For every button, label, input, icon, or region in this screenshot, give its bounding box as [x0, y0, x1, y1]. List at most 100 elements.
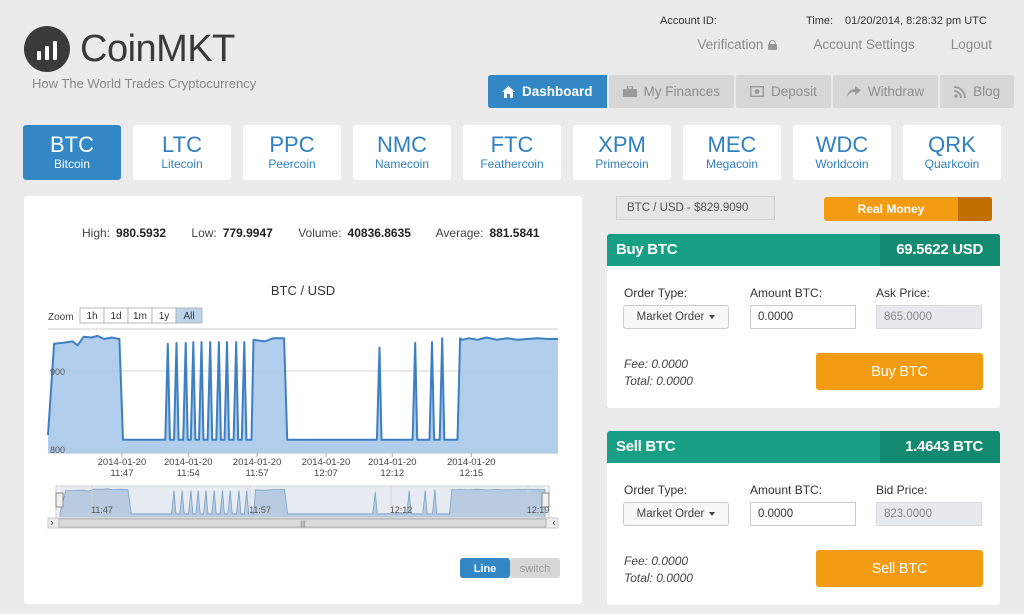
x-tick-date-label: 2014-01-20	[302, 457, 351, 468]
chart-title: BTC / USD	[271, 283, 335, 298]
caret-down-icon	[709, 315, 716, 319]
coin-tab-ftc[interactable]: FTC Feathercoin	[463, 125, 561, 180]
zoom-1h-label: 1h	[86, 311, 97, 322]
pair-price-display: BTC / USD - $829.9090	[616, 196, 775, 220]
main-nav: Dashboard My Finances Deposit Withdraw B…	[488, 75, 1015, 108]
ask-price-field: 865.0000	[876, 305, 982, 329]
x-tick-time-label: 12:15	[459, 468, 483, 479]
price-area	[48, 335, 558, 453]
ask-price-label: Ask Price:	[876, 286, 931, 300]
chart-series	[47, 334, 558, 454]
navigator-tick-label: 11:57	[249, 505, 271, 515]
sell-fee: Fee: 0.0000	[624, 554, 689, 568]
rss-icon	[954, 85, 966, 98]
x-tick-date-label: 2014-01-20	[98, 457, 147, 468]
buy-amount-input[interactable]: 0.0000	[750, 305, 856, 329]
x-tick-date-label: 2014-01-20	[233, 457, 282, 468]
buy-panel: Buy BTC 69.5622 USD Order Type: Amount B…	[607, 234, 1000, 408]
x-tick-time-label: 12:07	[314, 468, 338, 479]
zoom-all-label: All	[183, 311, 194, 322]
sell-panel: Sell BTC 1.4643 BTC Order Type: Amount B…	[607, 431, 1000, 605]
tagline: How The World Trades Cryptocurrency	[32, 76, 257, 91]
account-settings-link[interactable]: Account Settings	[813, 37, 914, 52]
nav-deposit[interactable]: Deposit	[736, 75, 831, 108]
logout-link[interactable]: Logout	[951, 37, 992, 52]
zoom-buttons: 1h 1d 1m 1y All	[79, 307, 203, 324]
toggle-knob[interactable]	[958, 197, 992, 221]
sell-amount-input[interactable]: 0.0000	[750, 502, 856, 526]
buy-header: Buy BTC 69.5622 USD	[607, 234, 1000, 266]
x-tick-time-label: 11:54	[177, 468, 200, 479]
nav-dashboard[interactable]: Dashboard	[488, 75, 607, 108]
x-tick-date-label: 2014-01-20	[368, 457, 417, 468]
nav-my-finances[interactable]: My Finances	[608, 75, 735, 108]
x-tick-date-label: 2014-01-20	[447, 457, 496, 468]
briefcase-icon	[622, 86, 637, 97]
scrollbar-grip-icon: |||	[300, 521, 306, 528]
logo-bars-icon	[24, 26, 70, 72]
coin-tab-mec[interactable]: MEC Megacoin	[683, 125, 781, 180]
sell-amount-label: Amount BTC:	[750, 483, 823, 497]
chart-type-toggle[interactable]: Line switch	[460, 558, 560, 578]
sell-header: Sell BTC 1.4643 BTC	[607, 431, 1000, 463]
buy-amount-label: Amount BTC:	[750, 286, 823, 300]
bid-price-label: Bid Price:	[876, 483, 928, 497]
buy-total: Total: 0.0000	[624, 374, 693, 388]
coin-tab-xpm[interactable]: XPM Primecoin	[573, 125, 671, 180]
coin-tab-btc[interactable]: BTC Bitcoin	[23, 125, 121, 180]
brand-name: CoinMKT	[80, 27, 235, 70]
coin-tabs: BTC Bitcoin LTC Litecoin PPC Peercoin NMC Na…	[23, 125, 1001, 180]
x-axis: 2014-01-2011:472014-01-2011:542014-01-20…	[98, 453, 496, 479]
time-label: Time:	[806, 15, 834, 27]
coin-tab-qrk[interactable]: QRK Quarkcoin	[903, 125, 1001, 180]
coin-tab-ltc[interactable]: LTC Litecoin	[133, 125, 231, 180]
x-tick-date-label: 2014-01-20	[164, 457, 213, 468]
verification-link[interactable]: Verification	[697, 37, 778, 52]
x-tick-time-label: 12:12	[380, 468, 404, 479]
zoom-1y-label: 1y	[159, 311, 170, 322]
x-tick-time-label: 11:57	[246, 468, 269, 479]
real-money-label: Real Money	[857, 202, 925, 216]
nav-withdraw[interactable]: Withdraw	[832, 75, 939, 108]
zoom-label: Zoom	[48, 312, 74, 323]
price-chart: BTC / USD Zoom 1h 1d 1m 1y All 800 900 2014-0…	[47, 283, 560, 578]
sell-order-type-label: Order Type:	[624, 483, 688, 497]
account-links: Verification Account Settings Logout	[661, 37, 992, 52]
lock-icon	[768, 39, 778, 50]
account-id-label: Account ID:	[660, 15, 717, 27]
switch-toggle-label: switch	[520, 563, 551, 575]
coin-tab-ppc[interactable]: PPC Peercoin	[243, 125, 341, 180]
zoom-1d-label: 1d	[110, 311, 121, 322]
sell-order-type-select[interactable]: Market Order	[623, 502, 729, 526]
navigator-tick-label: 11:47	[91, 505, 113, 515]
chart-panel: High: 980.5932 Low: 779.9947 Volume: 40836.…	[24, 196, 582, 604]
time-value: 01/20/2014, 8:28:32 pm UTC	[845, 15, 987, 27]
home-icon	[502, 85, 515, 98]
nav-blog[interactable]: Blog	[940, 75, 1015, 108]
chart-navigator: 11:47 11:57 12:12 12:19 |||	[47, 485, 559, 529]
buy-order-type-select[interactable]: Market Order	[623, 305, 729, 329]
navigator-tick-label: 12:12	[390, 505, 413, 515]
share-arrow-icon	[846, 86, 861, 97]
sell-button[interactable]: Sell BTC	[816, 550, 983, 587]
y-tick-label: 900	[50, 367, 65, 377]
sell-total: Total: 0.0000	[624, 571, 693, 585]
navigator-tick-label: 12:19	[527, 505, 550, 515]
zoom-1m-label: 1m	[133, 311, 147, 322]
coin-tab-nmc[interactable]: NMC Namecoin	[353, 125, 451, 180]
line-toggle-label: Line	[474, 563, 497, 575]
buy-button[interactable]: Buy BTC	[816, 353, 983, 390]
sell-title: Sell BTC	[616, 438, 676, 455]
deposit-icon	[750, 86, 765, 97]
y-tick-label: 800	[50, 445, 65, 455]
navigator-left-handle[interactable]	[55, 492, 64, 508]
bid-price-field: 823.0000	[876, 502, 982, 526]
coin-tab-wdc[interactable]: WDC Worldcoin	[793, 125, 891, 180]
x-tick-time-label: 11:47	[110, 468, 133, 479]
caret-down-icon	[709, 512, 716, 516]
usd-balance: 69.5622 USD	[880, 234, 1000, 266]
brand-logo[interactable]: CoinMKT	[24, 26, 235, 72]
buy-title: Buy BTC	[616, 241, 678, 258]
real-money-toggle[interactable]: Real Money	[824, 197, 992, 221]
buy-fee: Fee: 0.0000	[624, 357, 689, 371]
